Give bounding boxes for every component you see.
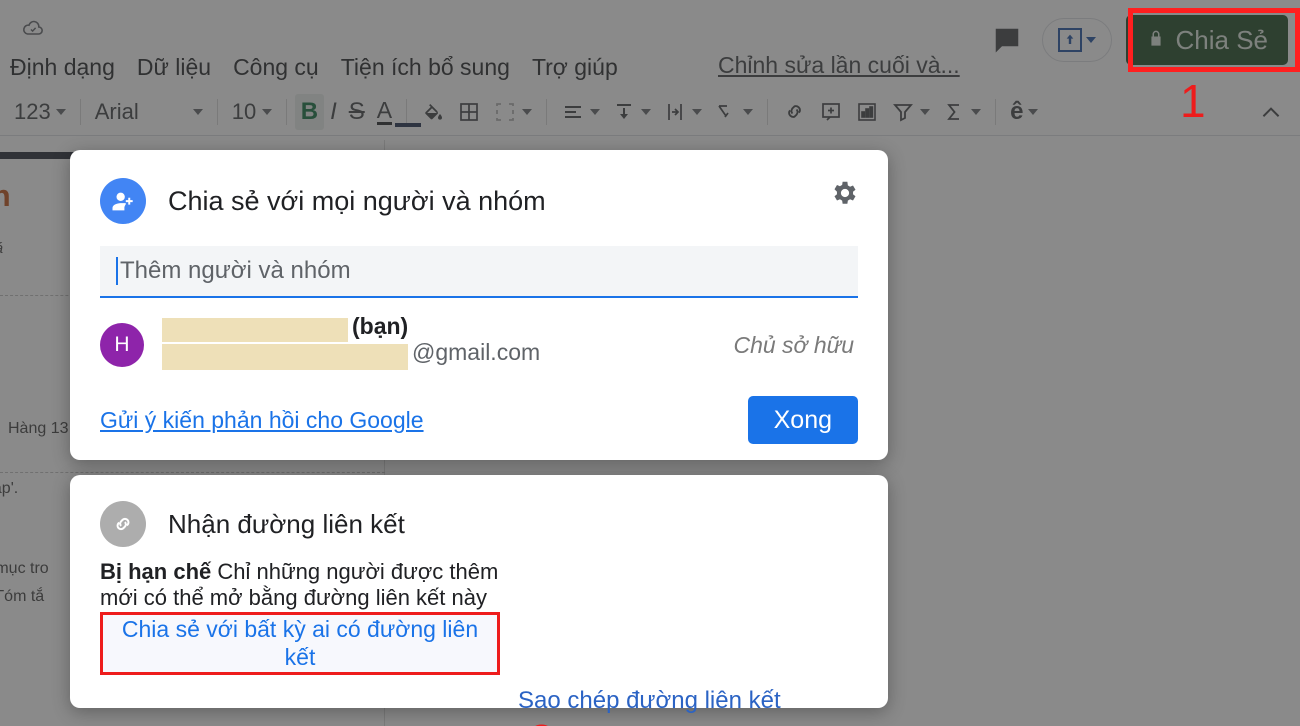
feedback-link[interactable]: Gửi ý kiến phản hồi cho Google — [100, 407, 424, 434]
copy-link-button[interactable]: Sao chép đường liên kết — [518, 687, 781, 714]
gear-icon[interactable] — [830, 178, 860, 208]
share-people-dialog: Chia sẻ với mọi người và nhóm Thêm người… — [70, 150, 888, 460]
share-anyone-highlight[interactable]: Chia sẻ với bất kỳ ai có đường liên kết — [100, 612, 500, 676]
person-role: Chủ sở hữu — [733, 331, 854, 358]
text-cursor — [116, 257, 118, 285]
annotation-step-1: 1 — [1180, 75, 1206, 127]
redacted-email-block — [162, 344, 408, 370]
avatar-letter: H — [114, 333, 130, 356]
link-restriction-section: Bị hạn chế Chỉ những người được thêm mới… — [100, 559, 500, 676]
person-list-item: H (bạn) @gmail.com Chủ sở hữu — [70, 313, 888, 374]
link-dialog-title: Nhận đường liên kết — [168, 508, 405, 539]
redacted-name-block — [162, 318, 348, 342]
share-dialog-footer: Gửi ý kiến phản hồi cho Google Xong — [70, 396, 888, 444]
you-label: (bạn) — [352, 313, 409, 339]
link-dialog-body: Bị hạn chế Chỉ những người được thêm mới… — [70, 547, 888, 726]
avatar: H — [100, 323, 144, 367]
invite-placeholder: Thêm người và nhóm — [120, 257, 351, 284]
get-link-dialog: Nhận đường liên kết Bị hạn chế Chỉ những… — [70, 475, 888, 726]
share-dialog-header: Chia sẻ với mọi người và nhóm — [70, 150, 888, 224]
done-button[interactable]: Xong — [747, 396, 858, 444]
person-add-icon — [100, 178, 146, 224]
share-dialog-title: Chia sẻ với mọi người và nhóm — [168, 185, 546, 216]
copy-link-section: Sao chép đường liên kết 2 — [518, 559, 848, 726]
email-domain: @gmail.com — [412, 339, 541, 365]
app-root: sách ng cho cá Hàng 13 hập'. h mục tro b… — [0, 0, 1300, 726]
restriction-text: Bị hạn chế Chỉ những người được thêm mới… — [100, 559, 500, 610]
invite-field-wrapper: Thêm người và nhóm — [70, 246, 888, 298]
share-anyone-link[interactable]: Chia sẻ với bất kỳ ai có đường liên kết — [107, 616, 493, 671]
annotation-step-2: 2 — [528, 719, 555, 726]
link-dialog-header: Nhận đường liên kết — [70, 475, 888, 547]
restriction-label: Bị hạn chế — [100, 559, 212, 584]
link-icon — [100, 501, 146, 547]
person-info: (bạn) @gmail.com — [162, 313, 733, 374]
search-input[interactable]: Thêm người và nhóm — [100, 246, 858, 298]
